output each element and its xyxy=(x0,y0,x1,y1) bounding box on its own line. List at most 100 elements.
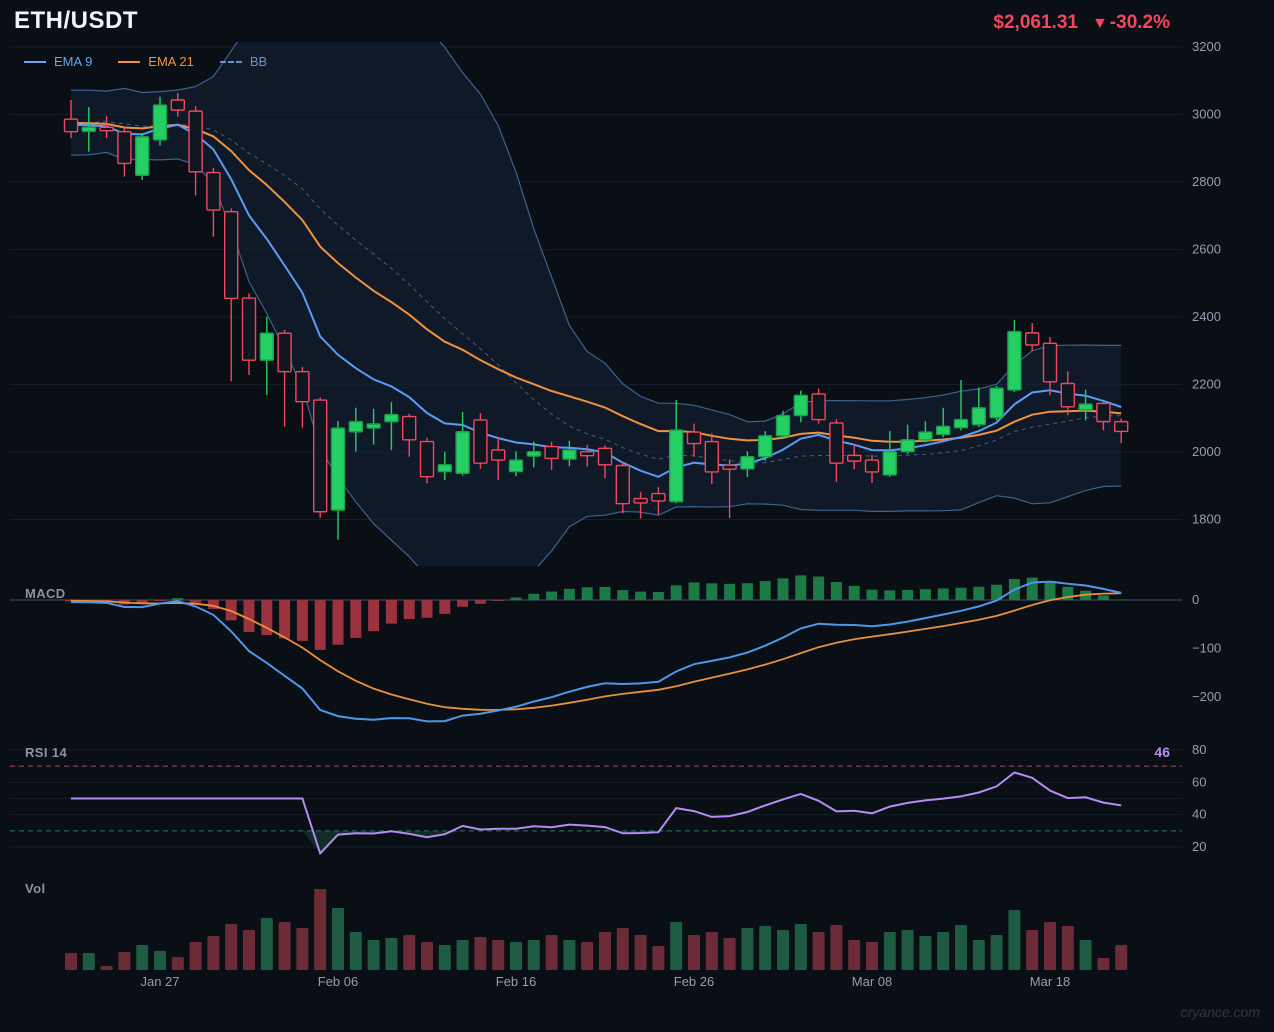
rsi-axis-tick: 60 xyxy=(1192,774,1206,789)
volume-bar xyxy=(759,926,772,970)
volume-bar xyxy=(741,928,754,970)
volume-bar xyxy=(349,932,362,970)
volume-bar xyxy=(705,932,718,970)
candle-body xyxy=(829,422,844,464)
volume-bar xyxy=(1044,922,1056,970)
macd-histogram-bar xyxy=(973,586,985,600)
volume-bar xyxy=(652,946,665,970)
ema-9-line-icon xyxy=(24,60,46,63)
volume-bar xyxy=(866,942,878,970)
candlestick[interactable] xyxy=(758,431,773,461)
ema-21-line-icon xyxy=(118,60,141,63)
volume-bar xyxy=(243,930,255,970)
candle-body xyxy=(473,419,488,464)
volume-bar xyxy=(189,942,202,970)
volume-bar xyxy=(260,918,273,970)
candlestick[interactable] xyxy=(117,127,132,177)
macd-histogram-bar xyxy=(884,590,896,600)
candlestick[interactable] xyxy=(295,366,310,428)
volume-bar xyxy=(1061,926,1074,970)
candle-body xyxy=(134,136,150,176)
volume-panel-label: Vol xyxy=(25,881,46,896)
candle-body xyxy=(277,332,292,373)
macd-panel[interactable] xyxy=(10,575,1182,723)
candlestick[interactable] xyxy=(989,385,1004,421)
legend-label: EMA 21 xyxy=(148,54,194,69)
legend-item-ema-9[interactable]: EMA 9 xyxy=(24,54,92,69)
date-axis-tick: Mar 18 xyxy=(1030,974,1070,989)
candle-body xyxy=(758,435,773,458)
watermark: cryance.com xyxy=(1180,1004,1260,1020)
candlestick[interactable] xyxy=(1024,323,1040,352)
candle-body xyxy=(241,297,257,361)
candlestick[interactable] xyxy=(223,208,239,382)
volume-bar xyxy=(1097,958,1110,970)
macd-histogram-bar xyxy=(813,576,825,600)
volume-bar xyxy=(848,940,861,970)
volume-bar xyxy=(777,930,789,970)
volume-bar xyxy=(510,942,522,970)
candlestick[interactable] xyxy=(330,420,346,540)
macd-histogram-bar xyxy=(759,581,771,600)
candlestick[interactable] xyxy=(277,329,292,427)
macd-histogram-bar xyxy=(243,600,255,633)
candle-body xyxy=(223,210,239,300)
candle-body xyxy=(313,399,328,513)
candle-body xyxy=(615,464,630,505)
volume-bar xyxy=(474,937,487,970)
rsi-panel-label: RSI 14 xyxy=(25,745,68,760)
candlestick[interactable] xyxy=(811,388,826,424)
candle-body xyxy=(544,445,559,460)
candle-body xyxy=(775,414,791,437)
rsi-panel[interactable] xyxy=(10,749,1182,856)
volume-panel[interactable] xyxy=(65,889,1128,970)
candle-body xyxy=(740,456,755,470)
candle-body xyxy=(936,425,951,436)
volume-bar xyxy=(919,936,932,970)
bollinger-band-fill xyxy=(71,42,1122,566)
volume-bar xyxy=(207,936,220,970)
candlestick[interactable] xyxy=(206,167,221,237)
macd-axis-tick: −100 xyxy=(1192,641,1221,656)
price-chart-panel[interactable] xyxy=(10,0,1182,604)
candlestick[interactable] xyxy=(419,437,435,484)
candle-body xyxy=(900,439,915,453)
volume-bar xyxy=(456,940,469,970)
chart-canvas[interactable]: 3200 3000 2800 2600 2400 2200 2000 1800 0 −100 −20… xyxy=(0,0,1274,1032)
candlestick[interactable] xyxy=(241,293,257,376)
volume-bar xyxy=(545,935,558,970)
macd-histogram-bar xyxy=(1115,599,1127,601)
volume-bar xyxy=(901,930,914,970)
macd-histogram-bar xyxy=(706,583,718,600)
macd-histogram-bar xyxy=(599,586,611,600)
candlestick[interactable] xyxy=(473,413,488,469)
price-axis-tick: 3200 xyxy=(1192,39,1221,54)
date-axis-tick: Feb 26 xyxy=(674,974,714,989)
macd-histogram-bar xyxy=(474,600,486,604)
candlestick[interactable] xyxy=(313,397,328,518)
macd-histogram-bar xyxy=(688,582,700,600)
macd-histogram-bar xyxy=(848,585,860,600)
macd-histogram-bar xyxy=(296,600,308,641)
candlestick[interactable] xyxy=(775,410,791,439)
volume-bar xyxy=(438,945,451,970)
legend-item-bb[interactable]: BB xyxy=(219,54,267,69)
candle-body xyxy=(526,450,541,457)
volume-bar xyxy=(937,932,950,970)
macd-histogram-bar xyxy=(1044,581,1056,600)
macd-histogram-bar xyxy=(314,600,326,650)
candle-body xyxy=(99,126,114,132)
candle-body xyxy=(259,332,274,361)
macd-panel-label: MACD xyxy=(25,586,66,601)
rsi-axis-tick: 80 xyxy=(1192,742,1206,757)
volume-bar xyxy=(1115,945,1128,970)
candlestick[interactable] xyxy=(1007,320,1022,392)
legend-item-ema-21[interactable]: EMA 21 xyxy=(118,54,194,69)
macd-histogram-bar xyxy=(510,597,522,600)
macd-histogram-bar xyxy=(332,600,344,645)
candle-body xyxy=(455,431,470,474)
candle-body xyxy=(402,415,417,441)
volume-bar xyxy=(332,908,344,970)
candlestick[interactable] xyxy=(134,133,150,180)
candlestick[interactable] xyxy=(259,316,274,395)
